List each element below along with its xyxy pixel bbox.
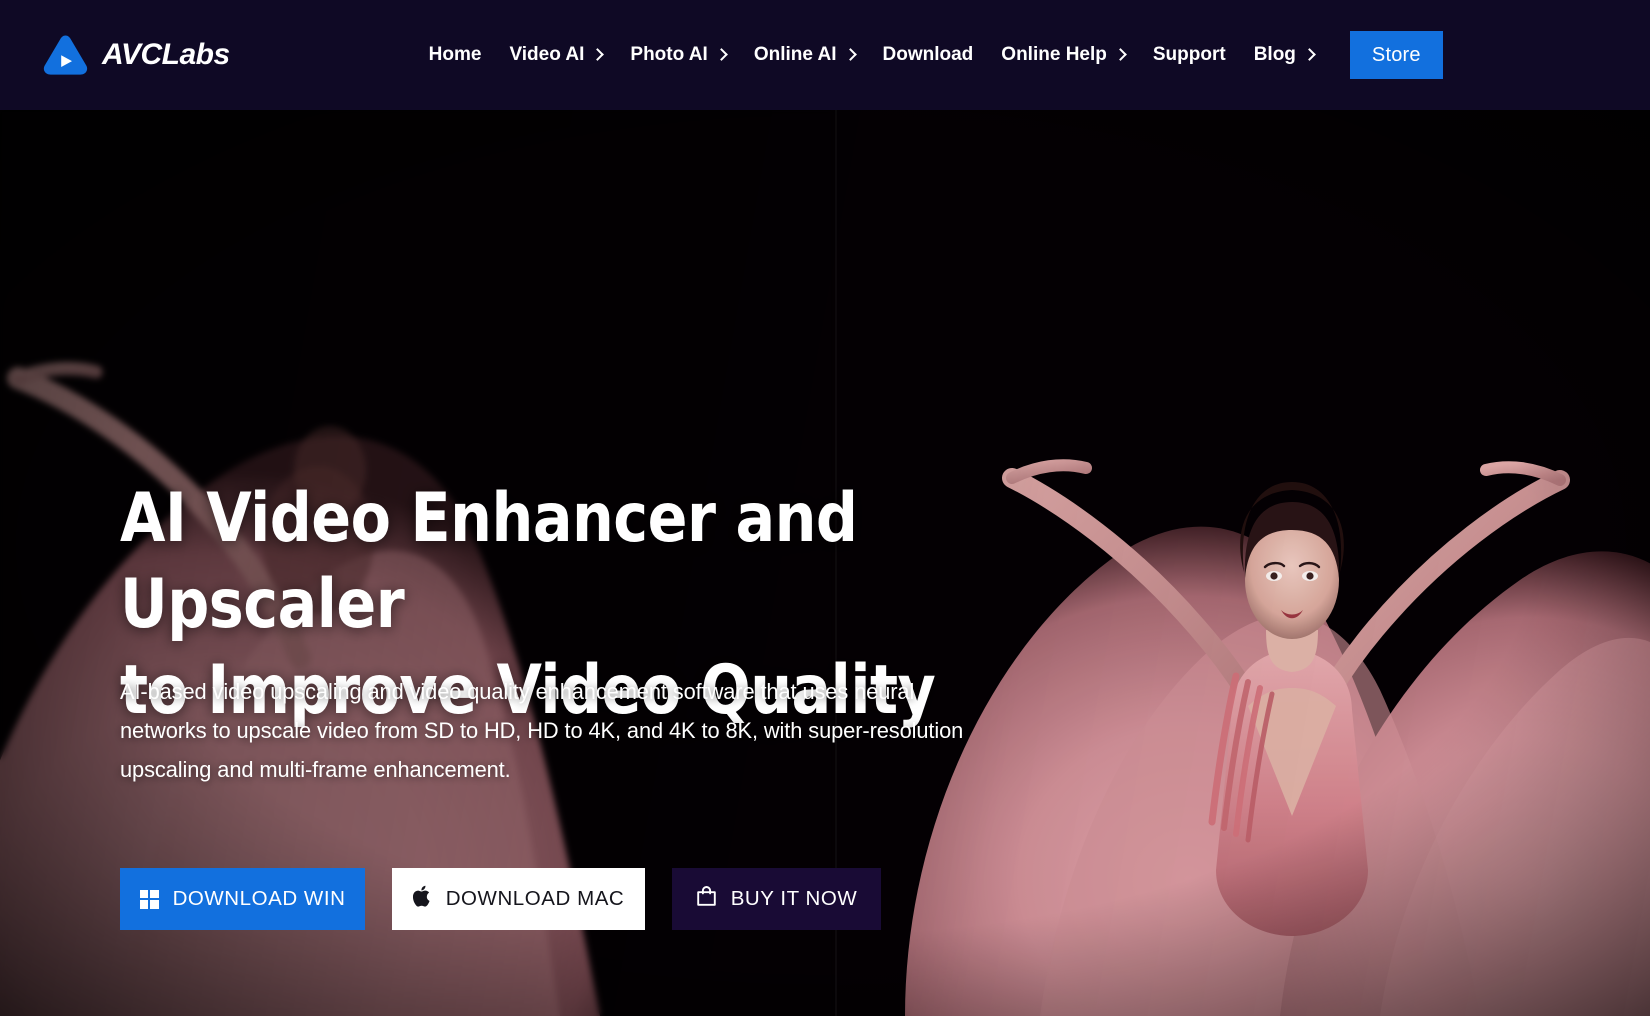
hero-description: AI-based video upscaling and video quali… bbox=[120, 679, 964, 782]
site-header: AVCLabs Home Video AI Photo AI Online AI… bbox=[0, 0, 1650, 110]
chevron-right-icon bbox=[591, 47, 605, 61]
nav-label: Support bbox=[1152, 44, 1226, 65]
nav-item-online-ai[interactable]: Online AI bbox=[740, 0, 869, 110]
nav-label: Online AI bbox=[753, 44, 837, 65]
download-win-label: DOWNLOAD WIN bbox=[172, 887, 346, 910]
hero-action-buttons: DOWNLOAD WIN DOWNLOAD MAC BUY IT NOW bbox=[120, 868, 881, 930]
nav-item-video-ai[interactable]: Video AI bbox=[495, 0, 616, 110]
chevron-right-icon bbox=[1303, 47, 1316, 61]
nav-label: Blog bbox=[1253, 44, 1296, 65]
hero-title-line-1: AI Video Enhancer and Upscaler bbox=[120, 479, 858, 644]
buy-it-now-button[interactable]: BUY IT NOW bbox=[672, 868, 881, 930]
nav-item-photo-ai[interactable]: Photo AI bbox=[616, 0, 739, 110]
windows-icon bbox=[139, 889, 159, 909]
nav-label: Online Help bbox=[1001, 44, 1107, 65]
download-win-button[interactable]: DOWNLOAD WIN bbox=[120, 868, 365, 930]
nav-label: Photo AI bbox=[630, 44, 708, 65]
main-navigation: Home Video AI Photo AI Online AI Downloa… bbox=[415, 0, 1443, 110]
store-button[interactable]: Store bbox=[1349, 31, 1443, 79]
nav-label: Download bbox=[882, 44, 974, 65]
buy-it-now-label: BUY IT NOW bbox=[730, 887, 858, 910]
nav-label: Video AI bbox=[509, 44, 585, 65]
nav-item-download[interactable]: Download bbox=[869, 0, 988, 110]
nav-item-online-help[interactable]: Online Help bbox=[987, 0, 1139, 110]
nav-item-support[interactable]: Support bbox=[1139, 0, 1240, 110]
nav-item-blog[interactable]: Blog bbox=[1240, 0, 1328, 110]
download-mac-label: DOWNLOAD MAC bbox=[445, 887, 625, 910]
chevron-right-icon bbox=[1114, 47, 1127, 61]
chevron-right-icon bbox=[714, 47, 728, 61]
brand-logo[interactable]: AVCLabs bbox=[42, 33, 230, 78]
shopping-bag-icon bbox=[696, 885, 717, 913]
nav-item-home[interactable]: Home bbox=[415, 0, 496, 110]
apple-icon bbox=[412, 885, 432, 913]
nav-label: Home bbox=[428, 44, 482, 65]
brand-name: AVCLabs bbox=[102, 38, 230, 71]
chevron-right-icon bbox=[843, 47, 857, 61]
download-mac-button[interactable]: DOWNLOAD MAC bbox=[392, 868, 645, 930]
hero-section: AI Video Enhancer and Upscaler to Improv… bbox=[0, 110, 1650, 1016]
avclabs-play-triangle-logo-icon bbox=[42, 33, 89, 78]
